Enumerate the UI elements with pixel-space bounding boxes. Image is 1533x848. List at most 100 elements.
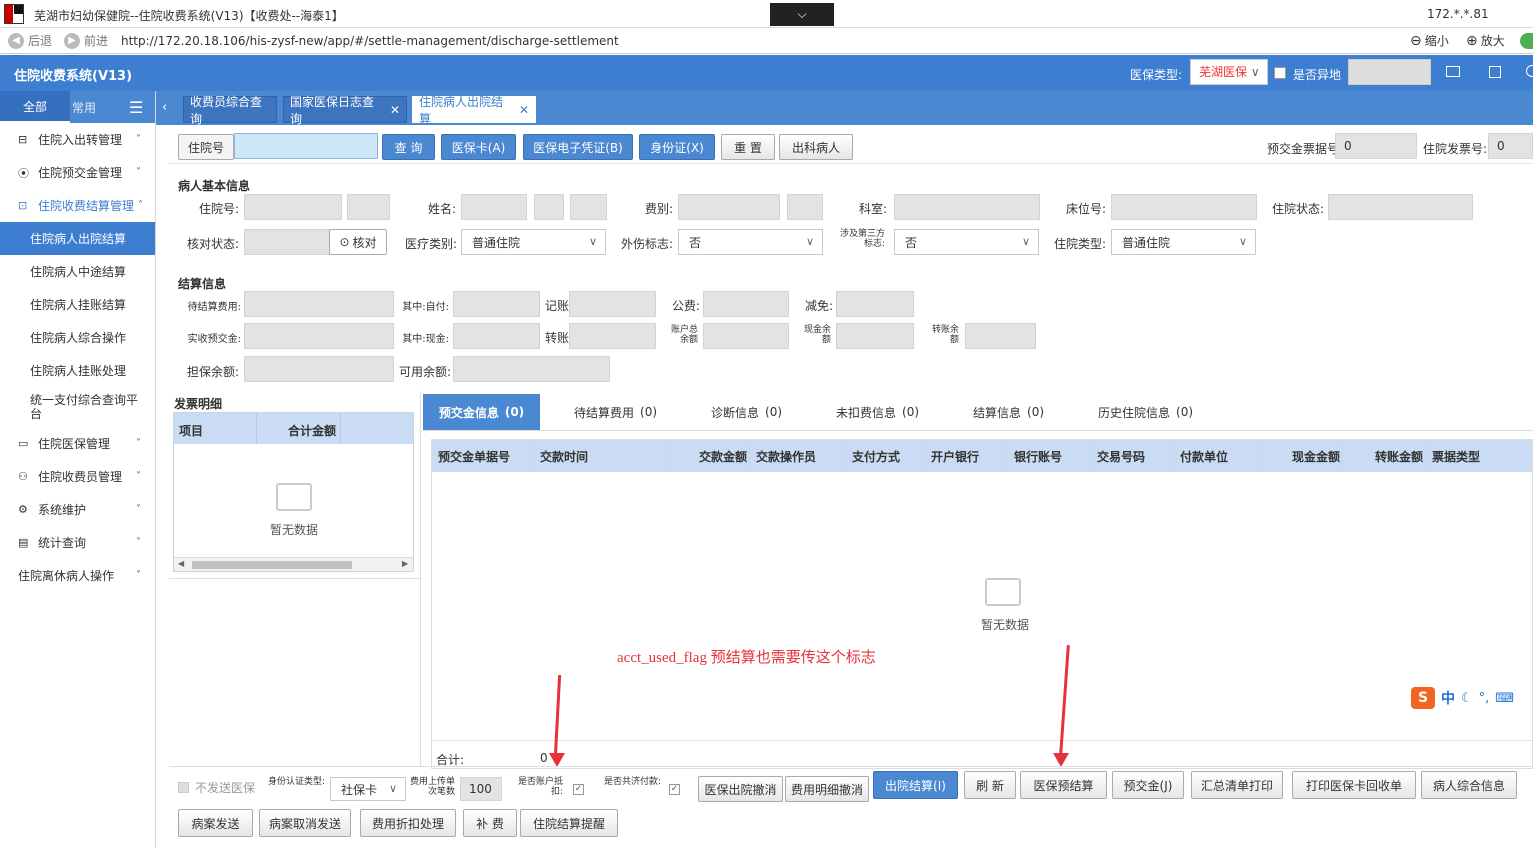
third-party-select[interactable]: 否 ∨	[894, 229, 1039, 255]
cash-field[interactable]	[453, 323, 540, 349]
settle-reminder-button[interactable]: 住院结算提醒	[520, 809, 618, 837]
invoice-scrollbar[interactable]: ◀ ▶	[174, 557, 413, 571]
supplement-button[interactable]: 补 费	[463, 809, 517, 837]
cash-balance-field[interactable]	[836, 323, 914, 349]
close-icon[interactable]: ✕	[390, 103, 400, 117]
send-record-button[interactable]: 病案发送	[178, 809, 253, 837]
sidebar-sub-midway[interactable]: 住院病人中途结算	[0, 255, 155, 288]
screen-icon[interactable]	[1446, 66, 1460, 77]
e-voucher-button[interactable]: 医保电子凭证(B)	[523, 134, 633, 160]
tab-cashier-query[interactable]: 收费员综合查询	[183, 95, 277, 126]
transfer-balance-field[interactable]	[965, 323, 1036, 349]
sidebar-item-retired[interactable]: 住院离休病人操作 ˅	[0, 559, 155, 592]
discharge-settle-button[interactable]: 出院结算(I)	[873, 771, 958, 799]
reset-button[interactable]: 重 置	[721, 134, 775, 160]
sidebar-tab-common[interactable]: 常用	[72, 99, 102, 116]
sidebar-tab-all[interactable]: 全部	[0, 91, 70, 123]
sidebar-sub-onaccount[interactable]: 住院病人挂账结算	[0, 288, 155, 321]
patient-info-button[interactable]: 病人综合信息	[1421, 771, 1517, 799]
mutual-aid-checkbox[interactable]: ✓	[669, 784, 680, 795]
tab-undeducted[interactable]: 未扣费信息 (0)	[836, 394, 919, 430]
acct-deduct-checkbox[interactable]: ✓	[573, 784, 584, 795]
cancel-record-button[interactable]: 病案取消发送	[259, 809, 351, 837]
discharged-patients-button[interactable]: 出科病人	[779, 134, 853, 160]
url-field[interactable]: http://172.20.18.106/his-zysf-new/app/#/…	[121, 34, 619, 48]
print-receipt-button[interactable]: 打印医保卡回收单	[1292, 771, 1416, 799]
cancel-detail-button[interactable]: 费用明细撤消	[785, 776, 869, 802]
sidebar-sub-integrated[interactable]: 住院病人综合操作	[0, 321, 155, 354]
dropdown-toggle-button[interactable]: ⌵	[770, 3, 834, 26]
prepay-receipt-field[interactable]: 0	[1335, 133, 1417, 159]
med-category-select[interactable]: 普通住院 ∨	[461, 229, 606, 255]
fee-type-field-2[interactable]	[787, 194, 823, 220]
close-icon[interactable]: ✕	[519, 103, 529, 117]
cancel-discharge-button[interactable]: 医保出院撤消	[698, 776, 783, 802]
refresh-button[interactable]: 刷 新	[964, 771, 1016, 799]
window-icon[interactable]	[1489, 66, 1501, 78]
insurance-type-select[interactable]: 芜湖医保 ∨	[1190, 59, 1268, 85]
transfer-field[interactable]	[569, 323, 656, 349]
id-card-button[interactable]: 身份证(X)	[639, 134, 715, 160]
tab-history[interactable]: 历史住院信息 (0)	[1098, 394, 1193, 430]
sidebar-sub-unified-pay[interactable]: 统一支付综合查询平台	[0, 387, 155, 427]
tab-insurance-log[interactable]: 国家医保日志查询 ✕	[283, 95, 407, 126]
insurance-pre-settle-button[interactable]: 医保预结算	[1020, 771, 1107, 799]
reduction-field[interactable]	[836, 291, 914, 317]
pending-fee-field[interactable]	[244, 291, 394, 317]
scroll-thumb[interactable]	[192, 561, 352, 569]
received-prepay-field[interactable]	[244, 323, 394, 349]
sidebar-sub-onaccount-handle[interactable]: 住院病人挂账处理	[0, 354, 155, 387]
sidebar-item-settlement[interactable]: ⊡ 住院收费结算管理 ˄	[0, 189, 155, 222]
no-send-insurance-checkbox[interactable]: 不发送医保	[178, 779, 255, 796]
tab-prepay-info[interactable]: 预交金信息 (0)	[423, 394, 540, 430]
other-place-checkbox[interactable]	[1274, 67, 1286, 79]
invoice-no-field[interactable]: 0	[1488, 133, 1533, 159]
sidebar-item-cashier[interactable]: ⚇ 住院收费员管理 ˅	[0, 460, 155, 493]
admission-no-input[interactable]	[234, 133, 378, 159]
tab-diagnosis[interactable]: 诊断信息 (0)	[711, 394, 782, 430]
account-total-field[interactable]	[703, 323, 789, 349]
id-auth-type-select[interactable]: 社保卡 ∨	[330, 777, 406, 801]
dept-field[interactable]	[894, 194, 1040, 220]
inpatient-type-select[interactable]: 普通住院 ∨	[1111, 229, 1256, 255]
zoom-in-button[interactable]: ⊕ 放大	[1466, 32, 1505, 49]
upload-count-field[interactable]: 100	[460, 777, 502, 801]
query-button[interactable]: 查 询	[382, 134, 435, 160]
fee-type-field[interactable]	[678, 194, 780, 220]
self-pay-field[interactable]	[453, 291, 540, 317]
vertical-splitter[interactable]	[420, 391, 421, 767]
scroll-right-icon[interactable]: ▶	[402, 559, 408, 568]
patient-age-field[interactable]	[570, 194, 607, 220]
forward-button[interactable]: ▶ 前进	[64, 32, 108, 49]
injury-select[interactable]: 否 ∨	[678, 229, 823, 255]
tab-discharge-settle[interactable]: 住院病人出院结算 ✕	[412, 95, 536, 126]
tab-scroll-left-icon[interactable]: ‹	[162, 100, 167, 115]
scroll-left-icon[interactable]: ◀	[178, 559, 184, 568]
checkbox-box[interactable]	[178, 782, 189, 793]
sidebar-item-prepay[interactable]: ⦿ 住院预交金管理 ˅	[0, 156, 155, 189]
patient-admission-field-2[interactable]	[347, 194, 390, 220]
print-summary-button[interactable]: 汇总清单打印	[1191, 771, 1283, 799]
sidebar-item-stats[interactable]: ▤ 统计查询 ˅	[0, 526, 155, 559]
insurance-card-button[interactable]: 医保卡(A)	[441, 134, 516, 160]
other-place-field[interactable]	[1348, 59, 1431, 85]
status-field[interactable]	[1328, 194, 1473, 220]
discount-button[interactable]: 费用折扣处理	[360, 809, 456, 837]
account-field[interactable]	[569, 291, 656, 317]
menu-icon[interactable]: ☰	[129, 98, 143, 117]
sidebar-item-system[interactable]: ⚙ 系统维护 ˅	[0, 493, 155, 526]
guarantee-balance-field[interactable]	[244, 356, 394, 382]
prepay-button[interactable]: 预交金(J)	[1112, 771, 1184, 799]
available-balance-field[interactable]	[453, 356, 610, 382]
patient-sex-field[interactable]	[534, 194, 564, 220]
back-button[interactable]: ◀ 后退	[8, 32, 52, 49]
sidebar-item-insurance[interactable]: ▭ 住院医保管理 ˅	[0, 427, 155, 460]
tab-settle-info[interactable]: 结算信息 (0)	[973, 394, 1044, 430]
patient-admission-field[interactable]	[244, 194, 342, 220]
public-fee-field[interactable]	[703, 291, 789, 317]
patient-name-field[interactable]	[461, 194, 527, 220]
power-icon[interactable]	[1526, 65, 1533, 77]
verify-status-field[interactable]	[244, 229, 330, 255]
verify-button[interactable]: ⊙ 核对	[329, 229, 387, 255]
sidebar-item-admission[interactable]: ⊟ 住院入出转管理 ˅	[0, 123, 155, 156]
